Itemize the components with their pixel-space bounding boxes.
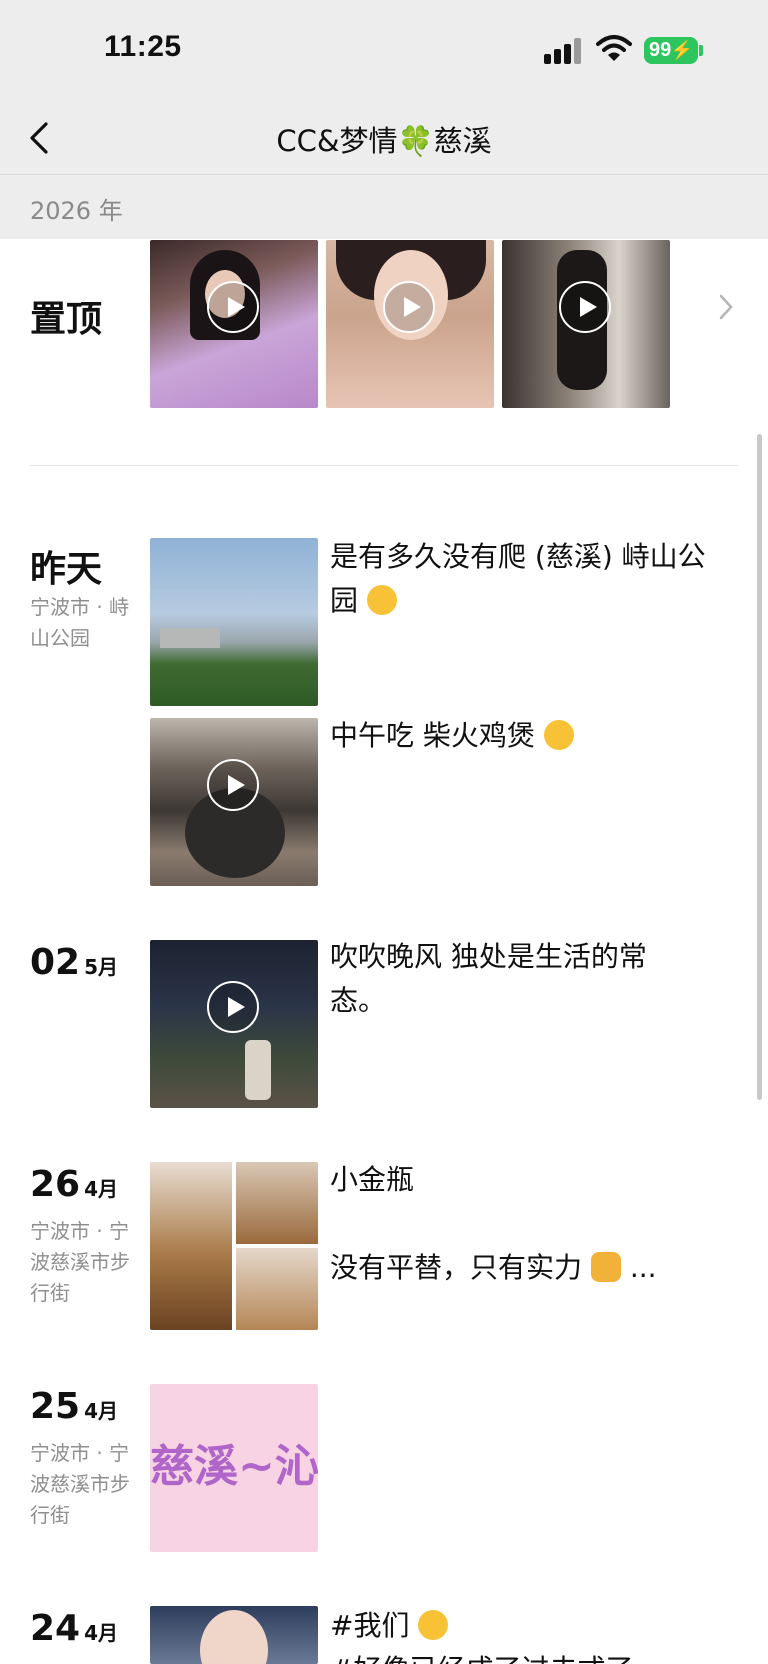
post-text-image[interactable]: 慈溪~沁	[150, 1384, 318, 1552]
thumb-face	[200, 1610, 268, 1664]
heart-eyes-emoji	[418, 1610, 449, 1640]
post-photo-park[interactable]	[150, 538, 318, 706]
status-time: 11:25	[104, 30, 182, 63]
post-day: 24	[30, 1608, 81, 1649]
chevron-right-icon[interactable]	[716, 292, 736, 322]
post-caption-line: 小金瓶	[330, 1163, 415, 1196]
post-day: 26	[30, 1164, 81, 1205]
grid-cell-2	[236, 1162, 318, 1244]
post-date: 26 4月	[30, 1164, 118, 1205]
post-caption[interactable]: 中午吃 柴火鸡煲	[330, 714, 710, 758]
battery-cap	[699, 45, 703, 56]
post-day: 25	[30, 1386, 81, 1427]
post-caption[interactable]: 是有多久没有爬 (慈溪) 峙山公园	[330, 535, 710, 623]
post-date: 昨天	[30, 549, 103, 590]
post-caption[interactable]: 吹吹晚风 独处是生活的常态。	[330, 935, 690, 1023]
battery-level: 99	[649, 39, 672, 61]
thumb-figure	[245, 1040, 271, 1100]
smiling-face-emoji	[543, 720, 574, 750]
post-location: 宁波市 · 宁波慈溪市步行街	[30, 1219, 130, 1305]
post-caption[interactable]: 小金瓶 没有平替，只有实力 ...	[330, 1158, 710, 1290]
pinned-video-2[interactable]	[326, 240, 494, 408]
play-icon	[383, 281, 435, 333]
profile-title: CC&梦情🍀慈溪	[276, 124, 492, 158]
nav-bar: CC&梦情🍀慈溪	[0, 100, 768, 175]
post-photo-portrait[interactable]	[150, 1606, 318, 1664]
year-label: 2026 年	[30, 197, 123, 225]
image-text: 慈溪~沁	[150, 1441, 318, 1492]
post-caption-text: 没有平替，只有实力	[330, 1251, 583, 1284]
play-icon	[207, 759, 259, 811]
raised-fist-emoji	[590, 1252, 621, 1282]
post-month: 5月	[84, 955, 119, 979]
post-caption-text: 中午吃 柴火鸡煲	[330, 719, 535, 752]
post-caption-line2: 没有平替，只有实力 ...	[330, 1246, 710, 1290]
signal-icon	[544, 38, 584, 64]
post-location: 宁波市 · 峙山公园	[30, 595, 130, 650]
grid-cell-1	[150, 1162, 232, 1330]
grid-cell-3	[236, 1248, 318, 1330]
wifi-icon	[596, 35, 632, 61]
play-icon	[559, 281, 611, 333]
section-divider	[30, 465, 738, 466]
post-month: 4月	[84, 1621, 119, 1645]
post-date: 24 4月	[30, 1608, 118, 1649]
post-date: 02 5月	[30, 942, 118, 983]
play-icon	[207, 281, 259, 333]
thumb-buildings	[160, 628, 220, 648]
post-photo-grid[interactable]	[150, 1162, 318, 1330]
play-icon	[207, 981, 259, 1033]
year-header: 2026 年	[0, 175, 768, 239]
post-caption-text: #我们	[330, 1609, 410, 1642]
post-video-chicken-pot[interactable]	[150, 718, 318, 886]
post-day: 02	[30, 942, 81, 983]
caption-ellipsis: ...	[629, 1251, 657, 1284]
pinned-video-1[interactable]	[150, 240, 318, 408]
charging-bolt-icon: ⚡	[670, 40, 693, 60]
post-caption[interactable]: #我们 #好像已经成了过去式了	[330, 1604, 710, 1664]
battery-icon: 99 ⚡	[644, 37, 698, 64]
grinning-face-emoji	[366, 585, 397, 615]
scrollbar[interactable]	[757, 434, 762, 1100]
post-month: 4月	[84, 1177, 119, 1201]
pinned-video-3[interactable]	[502, 240, 670, 408]
post-date: 25 4月	[30, 1386, 118, 1427]
post-caption-line1: #我们	[330, 1604, 710, 1648]
post-month: 4月	[84, 1399, 119, 1423]
post-video-evening[interactable]	[150, 940, 318, 1108]
pinned-label: 置顶	[30, 299, 103, 340]
post-location: 宁波市 · 宁波慈溪市步行街	[30, 1441, 130, 1527]
status-bar: 11:25 99 ⚡	[0, 0, 768, 100]
post-caption-line2: #好像已经成了过去式了	[330, 1648, 710, 1664]
